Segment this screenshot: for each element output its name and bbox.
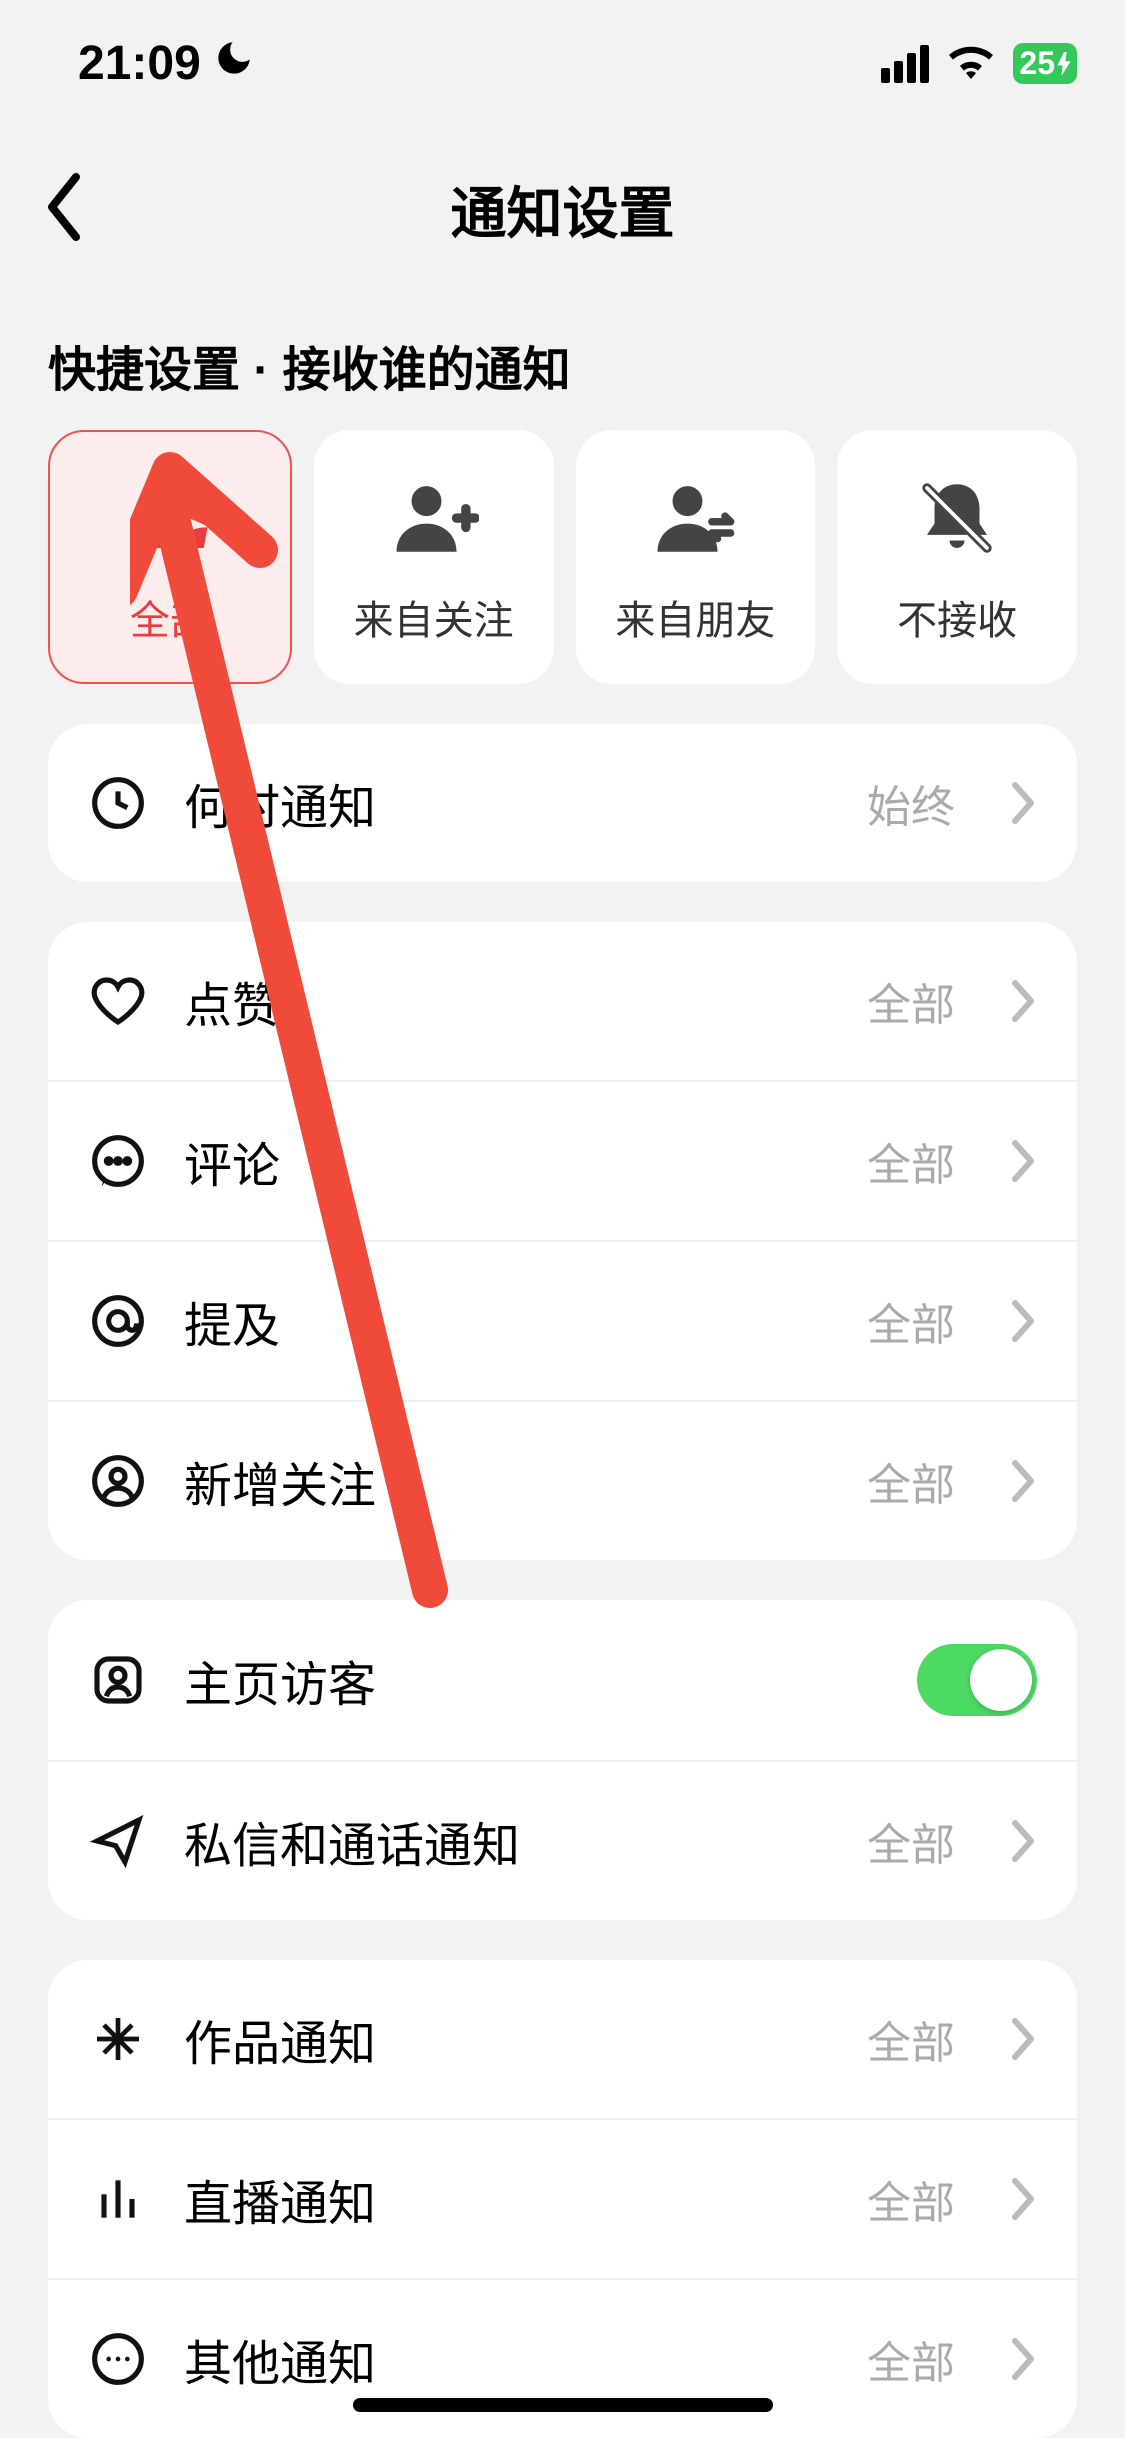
quick-option-label: 不接收 [897, 588, 1017, 646]
send-icon [88, 1811, 148, 1871]
group-when: 何时通知 始终 [48, 724, 1077, 882]
chevron-right-icon [1009, 2177, 1037, 2221]
row-works[interactable]: 作品通知 全部 [48, 1960, 1077, 2118]
more-circle-icon [88, 2329, 148, 2389]
row-new-followers[interactable]: 新增关注 全部 [48, 1400, 1077, 1560]
user-circle-icon [88, 1451, 148, 1511]
row-label: 主页访客 [184, 1645, 881, 1715]
home-indicator [353, 2398, 773, 2412]
person-exchange-icon [650, 476, 740, 560]
chevron-right-icon [1009, 1819, 1037, 1863]
row-label: 其他通知 [184, 2324, 831, 2394]
quick-option-following[interactable]: 来自关注 [314, 430, 554, 684]
back-button[interactable] [40, 171, 88, 248]
row-label: 提及 [184, 1286, 831, 1356]
battery-indicator: 25 [1013, 43, 1077, 84]
quick-option-label: 全部 [130, 588, 210, 646]
sparkle-icon [88, 2009, 148, 2069]
row-value: 全部 [867, 969, 955, 1033]
chevron-right-icon [1009, 781, 1037, 825]
group-content: 作品通知 全部 直播通知 全部 其他通知 全部 [48, 1960, 1077, 2438]
row-label: 作品通知 [184, 2004, 831, 2074]
person-plus-icon [389, 476, 479, 560]
row-value: 全部 [867, 1809, 955, 1873]
profile-card-icon [88, 1650, 148, 1710]
chevron-right-icon [1009, 1299, 1037, 1343]
row-label: 私信和通话通知 [184, 1806, 831, 1876]
row-value: 全部 [867, 1449, 955, 1513]
row-value: 全部 [867, 2167, 955, 2231]
row-label: 直播通知 [184, 2164, 831, 2234]
quick-option-none[interactable]: 不接收 [837, 430, 1077, 684]
battery-level: 25 [1019, 45, 1055, 82]
people-icon [125, 476, 215, 560]
chevron-right-icon [1009, 1459, 1037, 1503]
quick-option-label: 来自朋友 [615, 588, 775, 646]
row-other[interactable]: 其他通知 全部 [48, 2278, 1077, 2438]
group-visitors-messages: 主页访客 私信和通话通知 全部 [48, 1600, 1077, 1920]
bars-icon [88, 2169, 148, 2229]
chevron-right-icon [1009, 1139, 1037, 1183]
quick-option-label: 来自关注 [354, 588, 514, 646]
row-likes[interactable]: 点赞 全部 [48, 922, 1077, 1080]
quick-settings-title: 快捷设置 · 接收谁的通知 [0, 290, 1125, 430]
page-header: 通知设置 [0, 109, 1125, 290]
row-value: 全部 [867, 2007, 955, 2071]
status-bar: 21:09 25 [0, 0, 1125, 109]
row-label: 评论 [184, 1126, 831, 1196]
clock-icon [88, 773, 148, 833]
row-label: 新增关注 [184, 1446, 831, 1516]
quick-option-friends[interactable]: 来自朋友 [576, 430, 816, 684]
chevron-right-icon [1009, 979, 1037, 1023]
row-dm-call[interactable]: 私信和通话通知 全部 [48, 1760, 1077, 1920]
at-icon [88, 1291, 148, 1351]
row-mentions[interactable]: 提及 全部 [48, 1240, 1077, 1400]
row-profile-visitors[interactable]: 主页访客 [48, 1600, 1077, 1760]
row-when-notify[interactable]: 何时通知 始终 [48, 724, 1077, 882]
chevron-right-icon [1009, 2017, 1037, 2061]
row-label: 何时通知 [184, 768, 831, 838]
cellular-signal-icon [881, 45, 929, 83]
status-time: 21:09 [78, 36, 201, 91]
toggle-profile-visitors[interactable] [917, 1644, 1037, 1716]
quick-option-all[interactable]: 全部 [48, 430, 292, 684]
group-interactions: 点赞 全部 评论 全部 提及 全部 新增关注 全部 [48, 922, 1077, 1560]
page-title: 通知设置 [48, 169, 1077, 250]
row-value: 全部 [867, 2327, 955, 2391]
bell-off-icon [912, 476, 1002, 560]
row-label: 点赞 [184, 966, 831, 1036]
heart-icon [88, 971, 148, 1031]
quick-settings-row: 全部 来自关注 来自朋友 不接收 [0, 430, 1125, 684]
comment-icon [88, 1131, 148, 1191]
status-right: 25 [881, 36, 1077, 91]
status-left: 21:09 [78, 36, 255, 91]
wifi-icon [947, 36, 995, 91]
row-value: 全部 [867, 1289, 955, 1353]
row-value: 始终 [867, 771, 955, 835]
row-value: 全部 [867, 1129, 955, 1193]
chevron-right-icon [1009, 2337, 1037, 2381]
row-live[interactable]: 直播通知 全部 [48, 2118, 1077, 2278]
do-not-disturb-icon [213, 36, 255, 91]
row-comments[interactable]: 评论 全部 [48, 1080, 1077, 1240]
